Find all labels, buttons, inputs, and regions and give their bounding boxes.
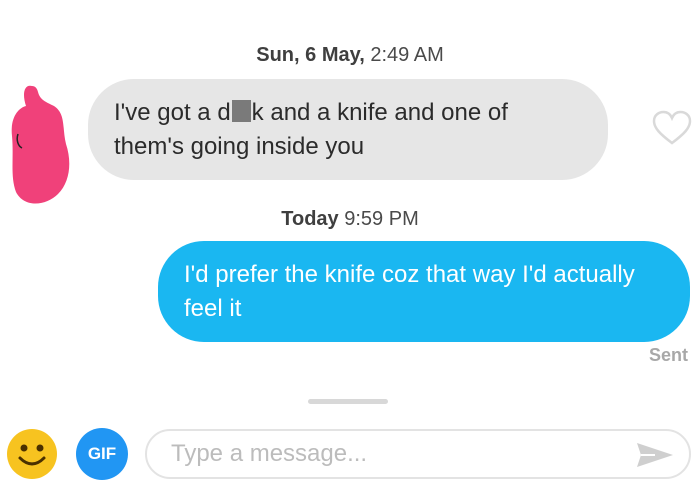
- avatar[interactable]: [10, 84, 72, 206]
- message-input-placeholder: Type a message...: [171, 440, 368, 467]
- incoming-message[interactable]: I've got a dk and a knife and one of the…: [88, 79, 608, 180]
- outgoing-message-text: I'd prefer the knife coz that way I'd ac…: [184, 260, 635, 322]
- incoming-text-part1: I've got a d: [114, 98, 231, 126]
- emoji-icon[interactable]: [6, 428, 58, 480]
- divider-handle: [308, 399, 388, 404]
- heart-icon[interactable]: [652, 110, 692, 146]
- sent-status: Sent: [648, 345, 688, 365]
- redaction-block: [231, 99, 251, 122]
- incoming-message-text: I've got a dk and a knife and one of the…: [114, 96, 582, 164]
- timestamp-first: Sun, 6 May, 2:49 AM: [0, 44, 700, 67]
- timestamp-date: Sun, 6 May,: [256, 44, 365, 66]
- outgoing-message[interactable]: I'd prefer the knife coz that way I'd ac…: [158, 241, 690, 342]
- timestamp-time: 2:49 AM: [364, 44, 444, 66]
- timestamp-time: 9:59 PM: [338, 208, 419, 230]
- timestamp-date: Today: [281, 208, 339, 230]
- gif-button[interactable]: GIF: [76, 428, 128, 480]
- message-input[interactable]: Type a message...: [145, 429, 691, 479]
- timestamp-second: Today 9:59 PM: [0, 208, 700, 231]
- send-icon[interactable]: [635, 441, 675, 469]
